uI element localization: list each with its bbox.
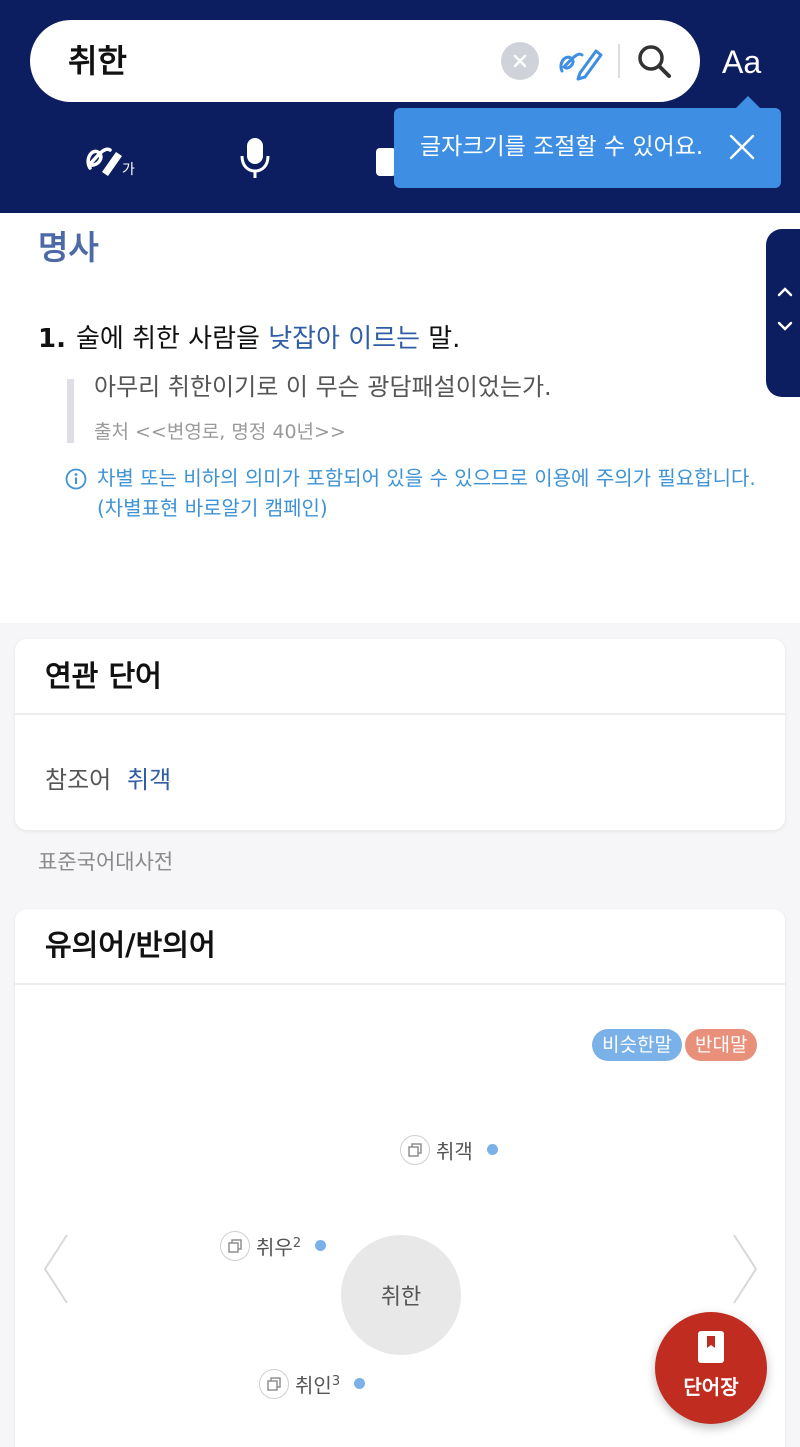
vocabulary-button[interactable]: 단어장 [655, 1312, 767, 1424]
word-node-label: 취객 [436, 1139, 473, 1164]
usage-warning[interactable]: 차별 또는 비하의 의미가 포함되어 있을 수 있으므로 이용에 주의가 필요합… [97, 463, 777, 523]
handwriting-input-icon[interactable]: 가 [84, 138, 138, 178]
search-input[interactable]: 취한 [68, 39, 127, 83]
synonym-antonym-title: 유의어/반의어 [45, 928, 216, 962]
source-note: 표준국어대사전 [38, 850, 174, 874]
copy-icon[interactable] [259, 1368, 289, 1399]
definition: 1. 술에 취한 사람을 낮잡아 이르는 말. [38, 320, 460, 358]
chevron-down-icon[interactable] [774, 315, 796, 337]
related-words-title: 연관 단어 [45, 659, 162, 693]
close-icon[interactable] [727, 132, 757, 162]
definition-number: 1. [38, 324, 66, 354]
card-divider [15, 983, 785, 985]
font-size-button[interactable]: Aa [722, 40, 761, 84]
center-word-node[interactable]: 취한 [341, 1235, 461, 1355]
chevron-left-icon[interactable] [41, 1233, 71, 1305]
search-divider [618, 44, 620, 78]
word-node-label: 취인3 [295, 1373, 341, 1398]
example-text: 아무리 취한이기로 이 무슨 광담패설이었는가. [94, 373, 552, 401]
synonym-dot [486, 1144, 498, 1156]
vocabulary-label: 단어장 [683, 1375, 739, 1399]
word-node[interactable]: 취객 [400, 1133, 498, 1167]
related-words-card: 연관 단어 참조어 취객 [15, 639, 785, 830]
font-size-tooltip: 글자크기를 조절할 수 있어요. [394, 96, 781, 188]
bookmark-book-icon [698, 1331, 724, 1363]
side-navigation [766, 229, 800, 397]
svg-text:가: 가 [122, 162, 135, 178]
copy-icon[interactable] [220, 1230, 250, 1261]
chevron-right-icon[interactable] [730, 1233, 760, 1305]
close-icon [513, 54, 527, 68]
antonym-legend: 반대말 [685, 1029, 758, 1061]
chevron-up-icon[interactable] [774, 281, 796, 303]
definition-suffix: 말. [420, 324, 461, 354]
synonym-dot [354, 1378, 366, 1390]
info-icon [65, 468, 87, 490]
search-bar[interactable]: 취한 [30, 20, 700, 102]
related-label: 참조어 [45, 766, 112, 794]
search-icon[interactable] [634, 41, 674, 81]
part-of-speech: 명사 [38, 228, 99, 267]
synonym-legend: 비슷한말 [592, 1029, 682, 1061]
tooltip-text: 글자크기를 조절할 수 있어요. [420, 134, 704, 160]
definition-prefix: 술에 취한 사람을 [75, 324, 269, 354]
copy-icon[interactable] [400, 1134, 430, 1165]
entry-section: 명사 1. 술에 취한 사람을 낮잡아 이르는 말. 아무리 취한이기로 이 무슨… [0, 213, 800, 623]
handwriting-icon[interactable] [556, 41, 604, 81]
definition-link[interactable]: 낮잡아 이르는 [268, 324, 420, 354]
clear-search-button[interactable] [501, 42, 539, 80]
camera-icon[interactable] [376, 140, 396, 176]
word-node-label: 취우2 [256, 1235, 302, 1260]
card-divider [15, 713, 785, 715]
word-node[interactable]: 취우2 [220, 1229, 327, 1263]
header: 취한 Aa 가 글자크기를 조절할 수 있어요. [0, 0, 800, 213]
microphone-icon[interactable] [238, 136, 272, 180]
word-node[interactable]: 취인3 [259, 1367, 366, 1401]
related-word-link[interactable]: 취객 [127, 763, 171, 797]
synonym-dot [315, 1240, 327, 1252]
example-bar [67, 379, 74, 443]
example-source: 출처 <<변영로, 명정 40년>> [94, 421, 346, 443]
